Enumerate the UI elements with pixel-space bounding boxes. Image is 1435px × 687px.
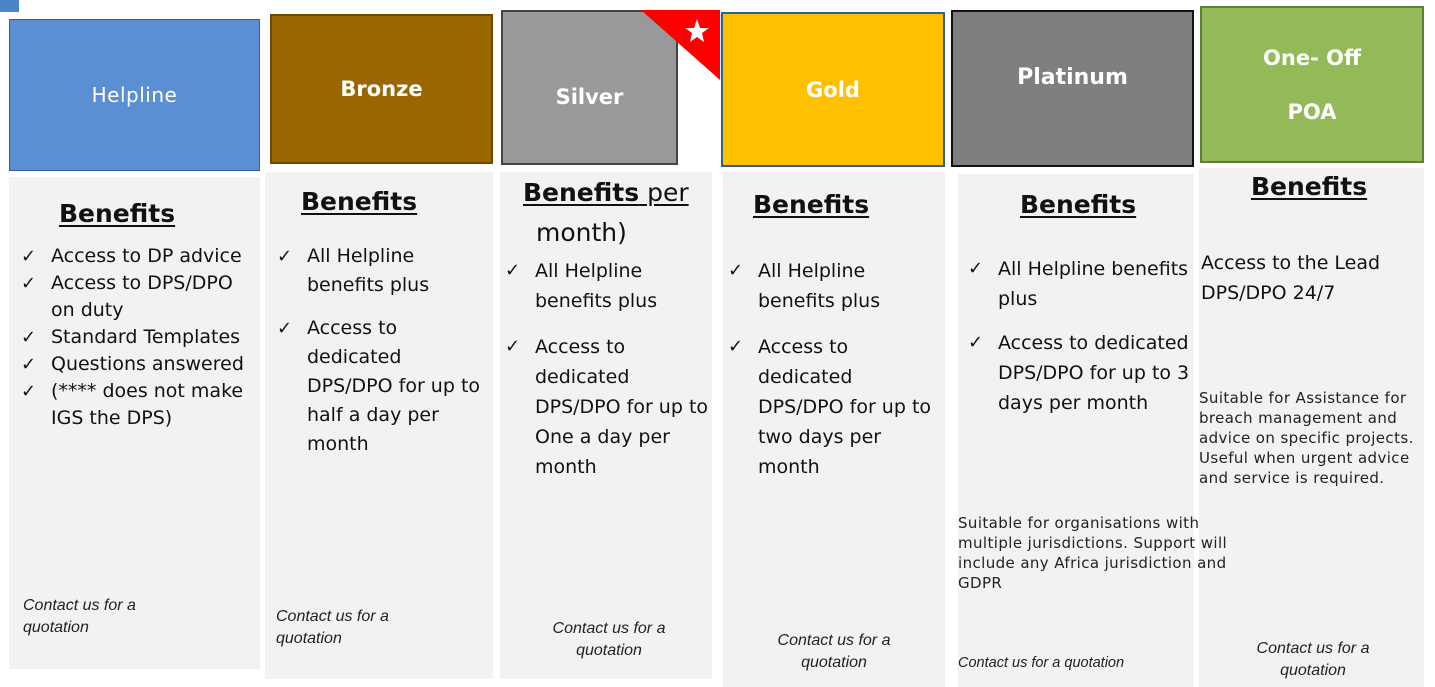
plan-card-gold: Benefits All Helpline benefits plus Acce… (723, 172, 945, 687)
plan-name: Helpline (91, 83, 178, 107)
plan-header-platinum[interactable]: Platinum (951, 10, 1194, 167)
list-item: Access to dedicated DPS/DPO for up to On… (505, 332, 710, 482)
benefits-heading: Benefits (59, 199, 176, 228)
plan-name: Gold (806, 77, 860, 102)
benefits-list: All Helpline benefits plus Access to ded… (968, 254, 1193, 418)
benefits-heading: Benefits (1251, 172, 1368, 201)
plan-name: Platinum (1017, 65, 1128, 90)
plan-name: Bronze (340, 77, 423, 101)
list-item: Questions answered (21, 351, 261, 378)
list-item: All Helpline benefits plus (968, 254, 1193, 314)
suitability-note: Suitable for organisations with multiple… (958, 514, 1228, 592)
plan-header-helpline[interactable]: Helpline (9, 19, 260, 171)
heading-overlap-text: month) (536, 218, 627, 247)
benefits-list: Access to DP advice Access to DPS/DPO on… (21, 243, 261, 432)
benefits-heading: Benefits (1020, 190, 1137, 219)
list-item: All Helpline benefits plus (728, 256, 943, 316)
heading-text: Benefits (523, 178, 640, 207)
contact-note: Contact us for a quotation (958, 655, 1125, 671)
plan-card-silver: Benefits per month) All Helpline benefit… (500, 172, 712, 679)
list-item: Access to dedicated DPS/DPO for up to tw… (728, 332, 943, 482)
suitability-note: Suitable for Assistance for breach manag… (1199, 389, 1414, 487)
contact-note: Contact us for a quotation (552, 620, 666, 659)
plan-header-one-off[interactable]: One- Off POA (1200, 6, 1424, 163)
plan-header-gold[interactable]: Gold (721, 12, 945, 167)
plan-description: Access to the Lead DPS/DPO 24/7 (1201, 252, 1381, 304)
list-item: Access to dedicated DPS/DPO for up to ha… (277, 314, 489, 459)
contact-note: Contact us for a quotation (276, 608, 389, 647)
featured-badge (641, 10, 720, 80)
plan-card-one-off: Benefits Access to the Lead DPS/DPO 24/7… (1199, 168, 1424, 687)
plan-name-line2: POA (1287, 99, 1337, 124)
benefits-heading: Benefits (753, 190, 870, 219)
benefits-heading: Benefits per (523, 178, 689, 207)
plan-card-platinum: Benefits All Helpline benefits plus Acce… (958, 174, 1227, 687)
plan-card-helpline: Benefits Access to DP advice Access to D… (9, 177, 260, 669)
list-item: Access to dedicated DPS/DPO for up to 3 … (968, 328, 1193, 418)
list-item: Standard Templates (21, 324, 261, 351)
contact-note: Contact us for a quotation (23, 597, 136, 636)
contact-note: Contact us for a quotation (777, 632, 891, 671)
benefits-heading: Benefits (301, 187, 418, 216)
list-item: Access to DP advice (21, 243, 261, 270)
plan-header-bronze[interactable]: Bronze (270, 14, 493, 164)
contact-note: Contact us for a quotation (1256, 640, 1370, 679)
list-item: All Helpline benefits plus (277, 242, 489, 300)
corner-tab (0, 0, 19, 12)
plan-card-bronze: Benefits All Helpline benefits plus Acce… (265, 172, 493, 679)
list-item: All Helpline benefits plus (505, 256, 710, 316)
heading-suffix: per (639, 178, 689, 207)
plan-name: Silver (555, 84, 624, 109)
benefits-list: All Helpline benefits plus Access to ded… (505, 256, 710, 482)
plan-name-line1: One- Off (1263, 45, 1361, 70)
list-item: Access to DPS/DPO on duty (21, 270, 261, 324)
list-item: (**** does not make IGS the DPS) (21, 378, 261, 432)
benefits-list: All Helpline benefits plus Access to ded… (277, 242, 489, 459)
benefits-list: All Helpline benefits plus Access to ded… (728, 256, 943, 482)
